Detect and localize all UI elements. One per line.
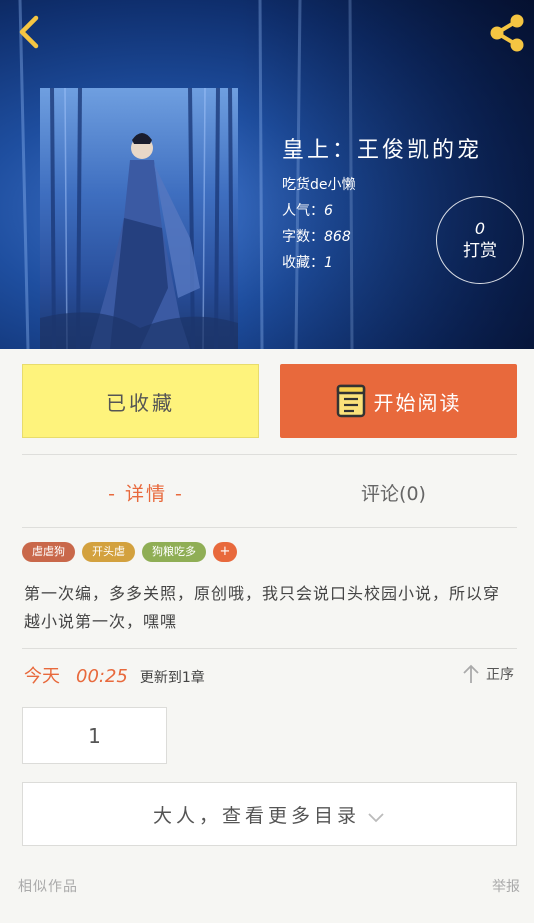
share-button[interactable] <box>486 12 528 54</box>
chevron-left-icon <box>19 15 39 49</box>
tip-count: 0 <box>474 219 486 238</box>
update-day: 今天 <box>24 666 60 687</box>
start-reading-button[interactable]: 开始阅读 <box>280 364 517 438</box>
share-icon <box>490 14 524 52</box>
book-description: 第一次编，多多关照，原创哦，我只会说口头校园小说，所以穿越小说第一次，嘿嘿 <box>24 584 501 631</box>
update-status: 更新到1章 <box>139 670 205 686</box>
popularity-label: 人气： <box>282 203 324 219</box>
tip-label: 打赏 <box>463 241 497 261</box>
word-count-label: 字数： <box>282 229 324 245</box>
divider <box>22 648 517 649</box>
tag-item[interactable]: 狗粮吃多 <box>142 542 206 562</box>
tip-button[interactable]: 0 打赏 <box>436 196 524 284</box>
tag-item[interactable]: 虐虐狗 <box>22 542 75 562</box>
divider <box>22 527 517 528</box>
favorites-label: 收藏： <box>282 255 324 271</box>
tab-comments[interactable]: 评论(0) <box>270 470 517 514</box>
favorites-value: 1 <box>324 255 333 271</box>
collected-label: 已收藏 <box>106 390 175 415</box>
word-count-value: 868 <box>324 229 351 245</box>
book-title: 皇上：王俊凯的宠 <box>282 138 483 163</box>
back-button[interactable] <box>10 12 50 52</box>
chevron-down-icon <box>368 813 384 823</box>
book-cover-image[interactable] <box>40 88 238 349</box>
update-info: 今天 00:25 更新到1章 <box>24 662 205 688</box>
book-icon <box>336 384 365 418</box>
arrow-up-icon <box>463 664 479 683</box>
update-time: 00:25 <box>76 666 128 687</box>
collected-button[interactable]: 已收藏 <box>22 364 259 438</box>
tag-list: 虐虐狗 开头虐 狗粮吃多 + <box>22 542 237 562</box>
similar-works-heading: 相似作品 <box>18 879 78 895</box>
report-link[interactable]: 举报 <box>492 876 520 896</box>
sort-order-label: 正序 <box>486 667 514 683</box>
popularity-value: 6 <box>324 203 333 219</box>
divider <box>22 454 517 455</box>
chapter-number: 1 <box>88 723 101 748</box>
more-catalog-label: 大人，查看更多目录 <box>152 804 360 827</box>
tab-detail[interactable]: - 详情 - <box>22 470 270 514</box>
sort-order-button[interactable]: 正序 <box>462 664 514 684</box>
start-reading-label: 开始阅读 <box>373 390 462 415</box>
tag-item[interactable]: 开头虐 <box>82 542 135 562</box>
author-name[interactable]: 吃货de小懒 <box>282 172 356 198</box>
add-tag-button[interactable]: + <box>213 542 237 562</box>
chapter-item[interactable]: 1 <box>22 707 167 764</box>
more-catalog-button[interactable]: 大人，查看更多目录 <box>22 782 517 846</box>
